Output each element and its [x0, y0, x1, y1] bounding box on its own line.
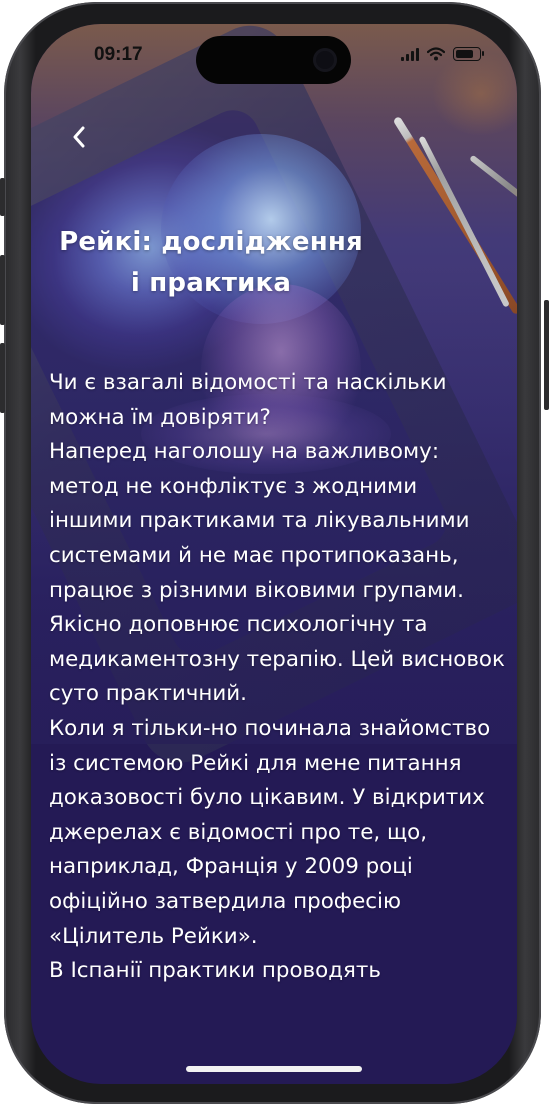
article-body[interactable]: Чи є взагалі відомості та наскільки можн… — [49, 366, 507, 989]
dynamic-island — [196, 36, 351, 84]
volume-down-button — [0, 343, 5, 413]
article-title-line: і практика — [130, 268, 292, 298]
wifi-icon — [427, 47, 445, 61]
battery-icon — [453, 47, 484, 61]
article-paragraph: В Іспанії практики проводять — [49, 958, 381, 984]
camera-icon — [313, 48, 337, 72]
back-button[interactable] — [61, 119, 97, 155]
power-button — [544, 300, 549, 410]
chevron-left-icon — [73, 126, 85, 148]
article-paragraph: Коли я тільки-но починала знайомство із … — [49, 715, 491, 949]
status-time: 09:17 — [94, 44, 143, 65]
article-paragraph: Чи є взагалі відомості та наскільки можн… — [49, 370, 447, 430]
action-button — [0, 178, 5, 216]
volume-up-button — [0, 255, 5, 325]
status-icons — [401, 44, 484, 64]
phone-mockup: 09:17 Рейкі: дослідження і практика Чи є… — [0, 0, 549, 1108]
brush-illustration — [469, 154, 517, 234]
article-paragraph: Наперед наголошу на важливому: метод не … — [49, 439, 505, 707]
signal-icon — [401, 47, 419, 61]
article-title-line: Рейкі: дослідження — [59, 227, 363, 257]
home-indicator[interactable] — [186, 1066, 362, 1072]
app-screen[interactable]: 09:17 Рейкі: дослідження і практика Чи є… — [31, 24, 517, 1084]
article-title: Рейкі: дослідження і практика — [51, 222, 371, 304]
